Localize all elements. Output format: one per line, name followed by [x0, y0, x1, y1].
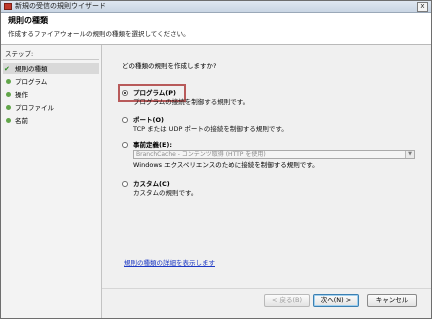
option-label[interactable]: プログラム(P)	[133, 89, 176, 97]
option-description: プログラムの接続を制御する規則です。	[133, 98, 250, 106]
radio-program[interactable]	[122, 90, 128, 96]
next-button[interactable]: 次へ(N) >	[313, 294, 359, 307]
step-program[interactable]: プログラム	[3, 76, 99, 87]
option-description: TCP または UDP ポートの接続を制御する規則です。	[133, 125, 288, 133]
step-action[interactable]: 操作	[3, 89, 99, 100]
step-label: 規則の種類	[15, 64, 48, 73]
step-label: プログラム	[15, 77, 48, 86]
option-label[interactable]: 事前定義(E):	[133, 141, 172, 149]
radio-predefined[interactable]	[122, 142, 128, 148]
window-title: 新規の受信の規則ウイザード	[15, 2, 106, 10]
step-label: プロファイル	[15, 103, 54, 112]
predefined-select[interactable]: BranchCache - コンテンツ取得 (HTTP を使用) ▼	[133, 150, 415, 159]
title-bar[interactable]: 新規の受信の規則ウイザード x	[1, 1, 431, 13]
main-panel: どの種類の規則を作成しますか? プログラム(P) プログラムの接続を制御する規則…	[102, 45, 431, 318]
bullet-icon	[6, 79, 11, 84]
radio-custom[interactable]	[122, 181, 128, 187]
firewall-icon	[4, 3, 12, 10]
steps-label: ステップ:	[5, 50, 34, 58]
check-icon: ✔	[4, 64, 10, 73]
cancel-button[interactable]: キャンセル	[367, 294, 417, 307]
option-label[interactable]: ポート(O)	[133, 116, 164, 124]
back-button[interactable]: < 戻る(B)	[264, 294, 310, 307]
bullet-icon	[6, 105, 11, 110]
option-description: カスタムの規則です。	[133, 189, 198, 197]
steps-divider	[3, 59, 99, 60]
close-button[interactable]: x	[417, 2, 428, 12]
rule-types-help-link[interactable]: 規則の種類の詳細を表示します	[124, 259, 215, 267]
radio-port[interactable]	[122, 117, 128, 123]
step-label: 操作	[15, 90, 28, 99]
step-profile[interactable]: プロファイル	[3, 102, 99, 113]
wizard-header: 規則の種類 作成するファイアウォールの規則の種類を選択してください。	[1, 13, 431, 45]
page-description: 作成するファイアウォールの規則の種類を選択してください。	[8, 30, 190, 38]
chevron-down-icon[interactable]: ▼	[405, 151, 414, 158]
option-label[interactable]: カスタム(C)	[133, 180, 170, 188]
step-rule-type[interactable]: ✔ 規則の種類	[3, 63, 99, 74]
bullet-icon	[6, 118, 11, 123]
predefined-select-value: BranchCache - コンテンツ取得 (HTTP を使用)	[136, 151, 266, 158]
bullet-icon	[6, 92, 11, 97]
footer-divider	[102, 288, 431, 289]
step-name[interactable]: 名前	[3, 115, 99, 126]
wizard-window: 新規の受信の規則ウイザード x 規則の種類 作成するファイアウォールの規則の種類…	[0, 0, 432, 319]
question-label: どの種類の規則を作成しますか?	[122, 62, 217, 70]
option-description: Windows エクスペリエンスのために接続を制御する規則です。	[133, 161, 319, 169]
page-title: 規則の種類	[8, 16, 48, 25]
step-label: 名前	[15, 116, 28, 125]
steps-sidebar: ステップ: ✔ 規則の種類 プログラム 操作 プロファイル 名前	[1, 45, 102, 318]
